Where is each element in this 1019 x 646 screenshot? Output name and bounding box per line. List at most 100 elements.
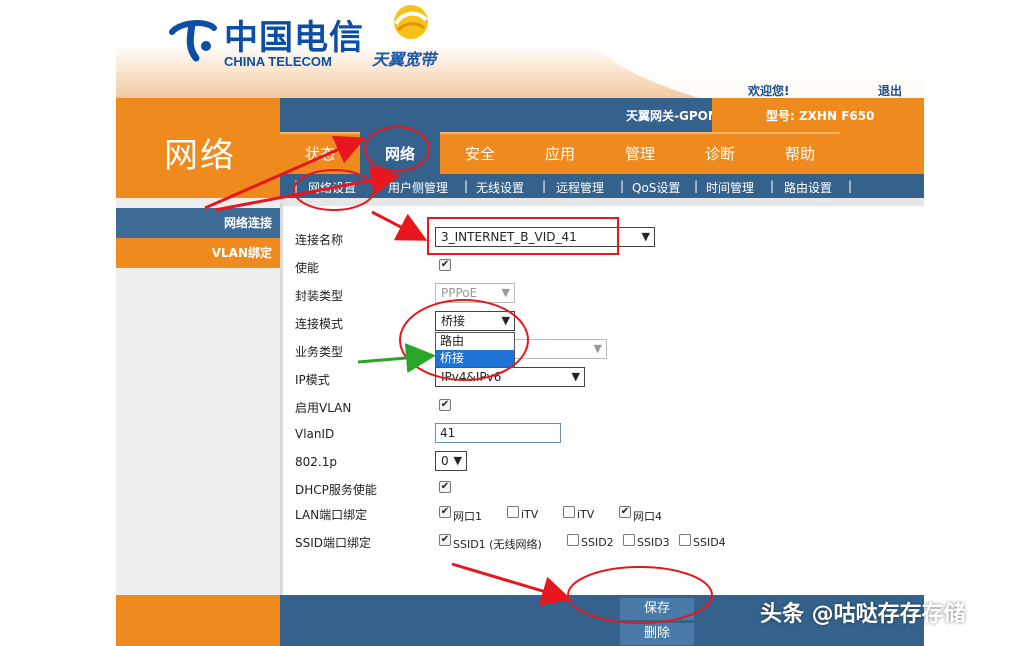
checkmark-icon: ✔ [440, 534, 450, 545]
p8021-value: 0 [441, 454, 449, 468]
tab-diagnosis[interactable]: 诊断 [680, 132, 760, 174]
tianyi-broadband-logo: 天翼宽带 [368, 2, 458, 72]
ipmode-value: IPv4&IPv6 [441, 370, 502, 384]
encap-select: PPPoE ▼ [435, 283, 515, 303]
lan-port1-label: 网口1 [453, 510, 482, 523]
mode-label: 连接模式 [295, 317, 344, 331]
sub-nav: | 网络设置 | 用户侧管理 | 无线设置 | 远程管理 | QoS设置 | 时… [280, 174, 924, 198]
ipmode-label: IP模式 [295, 373, 330, 387]
model-label: 型号: ZXHN F650 [766, 109, 875, 123]
conn-name-select[interactable]: 3_INTERNET_B_VID_41 ▼ [435, 227, 655, 247]
chevron-down-icon: ▼ [453, 454, 462, 467]
ssid2-checkbox[interactable] [567, 534, 579, 546]
conn-name-value: 3_INTERNET_B_VID_41 [441, 230, 577, 244]
subnav-remote[interactable]: 远程管理 [556, 179, 604, 196]
tab-help[interactable]: 帮助 [760, 132, 840, 174]
tianyi-broadband-text: 天翼宽带 [372, 50, 437, 69]
left-nav-item-conn[interactable]: 网络连接 [116, 208, 280, 238]
subnav-wireless[interactable]: 无线设置 [476, 179, 524, 196]
connection-form: 连接名称 3_INTERNET_B_VID_41 ▼ 使能 ✔ 封装类型 PPP… [280, 198, 924, 595]
checkmark-icon: ✔ [440, 506, 450, 517]
ssid-bind-label: SSID端口绑定 [295, 536, 372, 550]
ssid3-checkbox[interactable] [623, 534, 635, 546]
encap-value: PPPoE [441, 286, 478, 300]
chevron-down-icon: ▼ [501, 286, 510, 299]
subnav-route[interactable]: 路由设置 [784, 179, 832, 196]
header-banner: 中国电信 CHINA TELECOM 天翼宽带 欢迎您! 退出 [116, 0, 924, 98]
tab-application[interactable]: 应用 [520, 132, 600, 174]
dhcp-label: DHCP服务使能 [295, 483, 377, 497]
left-nav-item-vlan[interactable]: VLAN绑定 [116, 238, 280, 268]
p8021-select[interactable]: 0 ▼ [435, 451, 467, 471]
subnav-separator: | [542, 179, 547, 193]
ssid1-checkbox[interactable]: ✔ [439, 534, 451, 546]
subnav-separator: | [464, 179, 469, 193]
chevron-down-icon: ▼ [501, 314, 510, 327]
subnav-separator: | [374, 179, 379, 193]
checkmark-icon: ✔ [440, 481, 450, 492]
welcome-text: 欢迎您! [748, 84, 790, 98]
china-telecom-logo-en: CHINA TELECOM [224, 54, 332, 69]
ssid2-label: SSID2 [581, 536, 614, 549]
dhcp-checkbox[interactable]: ✔ [439, 481, 451, 493]
vlan-enable-checkbox[interactable]: ✔ [439, 399, 451, 411]
vlanid-label: VlanID [295, 427, 335, 441]
router-admin-page: 中国电信 CHINA TELECOM 天翼宽带 欢迎您! 退出 网络 网络连接 … [116, 0, 924, 646]
enable-checkbox[interactable]: ✔ [439, 259, 451, 271]
ssid1-label: SSID1 (无线网络) [453, 538, 542, 551]
mode-option-route[interactable]: 路由 [436, 333, 514, 350]
conn-name-label: 连接名称 [295, 233, 344, 247]
china-telecom-logo-cn: 中国电信 [224, 18, 364, 58]
delete-button[interactable]: 删除 [620, 623, 694, 645]
subnav-separator: | [848, 179, 853, 193]
encap-label: 封装类型 [295, 289, 344, 303]
checkmark-icon: ✔ [620, 506, 630, 517]
banner-decoration [556, 0, 924, 98]
logout-link[interactable]: 退出 [878, 82, 902, 98]
save-button[interactable]: 保存 [620, 598, 694, 620]
ssid3-label: SSID3 [637, 536, 670, 549]
subnav-network-settings[interactable]: 网络设置 [308, 179, 356, 196]
mode-select[interactable]: 桥接 ▼ [435, 311, 515, 331]
china-telecom-logo: 中国电信 CHINA TELECOM [164, 8, 363, 69]
chevron-down-icon: ▼ [641, 230, 650, 243]
lan-port1-checkbox[interactable]: ✔ [439, 506, 451, 518]
lan-itv2-checkbox[interactable] [563, 506, 575, 518]
tab-security[interactable]: 安全 [440, 132, 520, 174]
chevron-down-icon: ▼ [571, 370, 580, 383]
ssid4-checkbox[interactable] [679, 534, 691, 546]
lan-itv1-checkbox[interactable] [507, 506, 519, 518]
lan-port4-checkbox[interactable]: ✔ [619, 506, 631, 518]
china-telecom-logo-icon [169, 20, 217, 62]
checkmark-icon: ✔ [440, 259, 450, 270]
subnav-separator: | [294, 179, 299, 193]
lan-port4-label: 网口4 [633, 510, 662, 523]
subnav-separator: | [770, 179, 775, 193]
ipmode-select[interactable]: IPv4&IPv6 ▼ [435, 367, 585, 387]
gateway-name: 天翼网关-GPON [626, 109, 718, 123]
tianyi-sun-icon [394, 5, 428, 39]
mode-option-bridge[interactable]: 桥接 [436, 350, 514, 367]
tab-network[interactable]: 网络 [360, 132, 440, 174]
subnav-separator: | [620, 179, 625, 193]
main-tabs: 状态 网络 安全 应用 管理 诊断 帮助 [280, 132, 924, 174]
tab-status[interactable]: 状态 [280, 132, 360, 174]
service-label: 业务类型 [295, 345, 344, 359]
ssid4-label: SSID4 [693, 536, 726, 549]
subnav-separator: | [694, 179, 699, 193]
section-title: 网络 [164, 136, 236, 176]
left-nav: 网络连接 VLAN绑定 [116, 198, 280, 595]
tab-management[interactable]: 管理 [600, 132, 680, 174]
enable-label: 使能 [295, 261, 320, 275]
chevron-down-icon: ▼ [593, 342, 602, 355]
checkmark-icon: ✔ [440, 399, 450, 410]
subnav-user-side[interactable]: 用户侧管理 [388, 179, 448, 196]
subnav-qos[interactable]: QoS设置 [632, 179, 680, 196]
mode-value: 桥接 [441, 314, 466, 328]
vlanid-input[interactable]: 41 [435, 423, 561, 443]
watermark: 头条 @咕哒存存存储 [760, 602, 966, 627]
lan-bind-label: LAN端口绑定 [295, 508, 368, 522]
subnav-time[interactable]: 时间管理 [706, 179, 754, 196]
model-panel: 型号: ZXHN F650 [712, 98, 924, 132]
vlan-enable-label: 启用VLAN [295, 401, 352, 415]
